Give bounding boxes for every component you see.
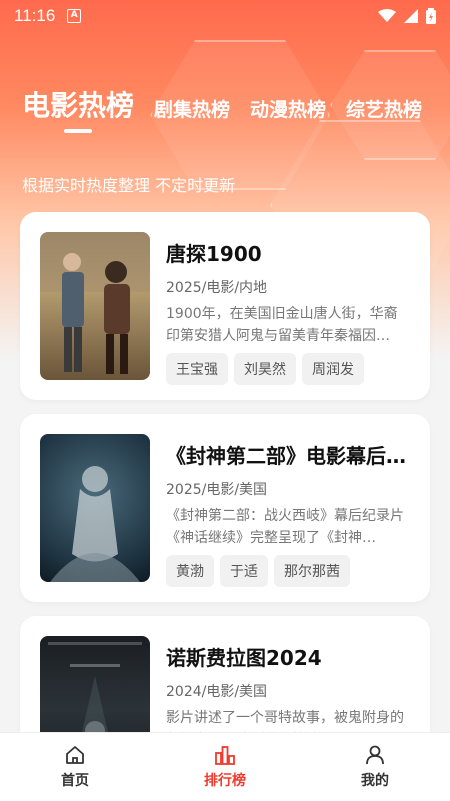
tab-series[interactable]: 剧集热榜: [154, 95, 230, 122]
cast-tag: 王宝强: [166, 353, 228, 385]
movie-title: 唐探1900: [166, 242, 262, 266]
poster-art: [40, 232, 150, 374]
cast-tag: 那尔那茜: [274, 555, 350, 587]
tab-movie[interactable]: 电影热榜: [22, 84, 134, 124]
movie-meta: 2024/电影/美国: [166, 684, 268, 700]
bottom-navigation: 首页 排行榜 我的: [0, 732, 450, 801]
category-tabs: 电影热榜 剧集热榜 动漫热榜 综艺热榜: [22, 84, 422, 124]
nav-ranking[interactable]: 排行榜: [175, 744, 275, 790]
movie-poster: [40, 232, 150, 380]
signal-icon: [404, 9, 418, 23]
active-tab-indicator: [64, 129, 92, 133]
movie-meta: 2025/电影/美国: [166, 482, 268, 498]
nav-profile[interactable]: 我的: [325, 744, 425, 790]
poster-art: [50, 466, 140, 582]
nav-ranking-label: 排行榜: [204, 773, 246, 789]
nav-home[interactable]: 首页: [25, 744, 125, 790]
wifi-icon: [378, 9, 396, 22]
cast-tags: 王宝强 刘昊然 周润发: [166, 353, 410, 385]
movie-poster: [40, 434, 150, 582]
movie-title: 《封神第二部》电影幕后…: [166, 444, 406, 468]
nav-profile-label: 我的: [361, 773, 389, 789]
nav-home-label: 首页: [61, 773, 89, 789]
tab-variety[interactable]: 综艺热榜: [346, 95, 422, 122]
cast-tags: 黄渤 于适 那尔那茜: [166, 555, 410, 587]
page-subtitle: 根据实时热度整理 不定时更新: [22, 176, 236, 195]
battery-icon: [426, 8, 436, 24]
movie-meta: 2025/电影/内地: [166, 280, 268, 296]
status-time: 11:16: [14, 6, 56, 25]
notification-icon: A: [67, 9, 82, 23]
tab-anime[interactable]: 动漫热榜: [250, 95, 326, 122]
profile-icon: [366, 745, 384, 765]
status-bar: 11:16 A: [0, 0, 450, 32]
chart-icon: [215, 746, 235, 765]
movie-card[interactable]: 《封神第二部》电影幕后… 2025/电影/美国 《封神第二部：战火西岐》幕后纪录…: [20, 414, 430, 602]
cast-tag: 黄渤: [166, 555, 214, 587]
cast-tag: 刘昊然: [234, 353, 296, 385]
home-icon: [66, 746, 84, 764]
movie-card[interactable]: 唐探1900 2025/电影/内地 1900年，在美国旧金山唐人街，华裔印第安猎…: [20, 212, 430, 400]
cast-tag: 周润发: [302, 353, 364, 385]
cast-tag: 于适: [220, 555, 268, 587]
movie-description: 《封神第二部：战火西岐》幕后纪录片《神话继续》完整呈现了《封神…: [166, 508, 404, 546]
movie-title: 诺斯费拉图2024: [166, 646, 322, 670]
movie-description: 1900年，在美国旧金山唐人街，华裔印第安猎人阿鬼与留美青年秦福因…: [166, 306, 398, 344]
